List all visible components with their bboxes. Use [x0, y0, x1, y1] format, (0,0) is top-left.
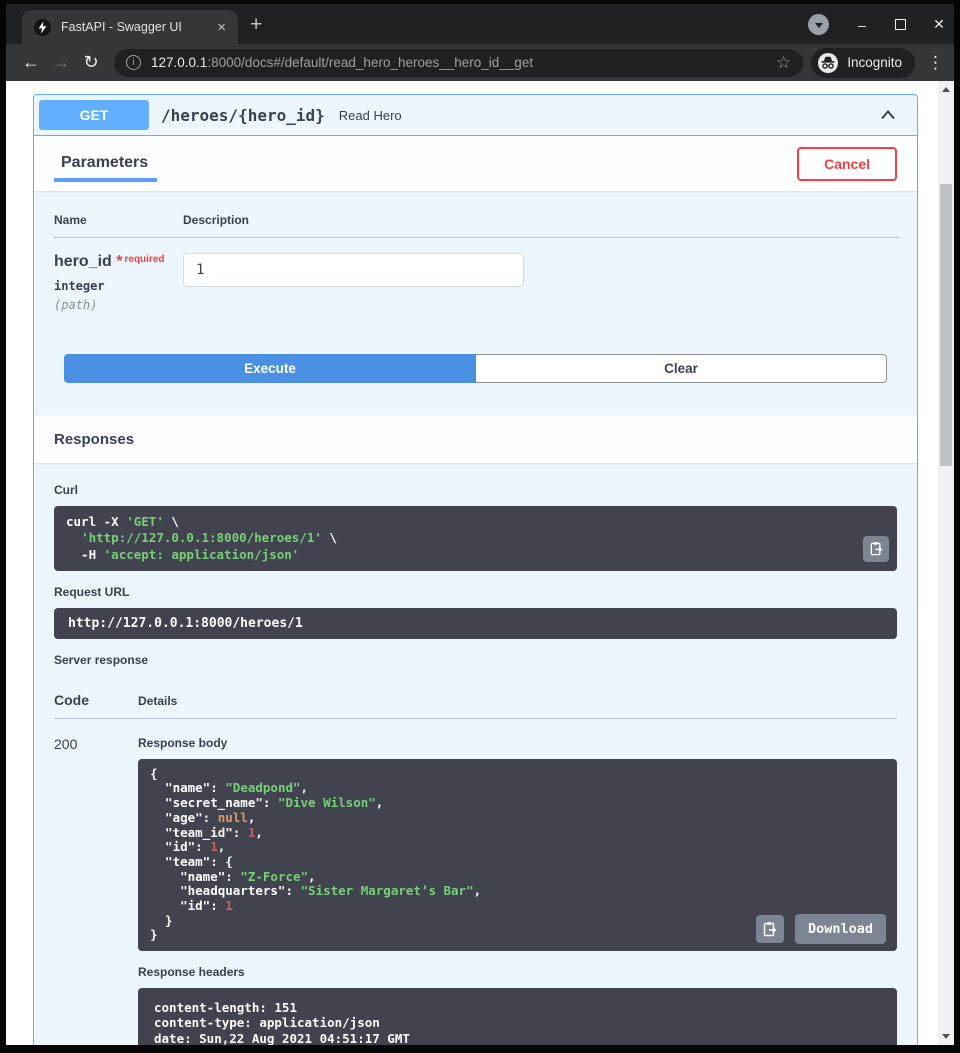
new-tab-button[interactable]: + [250, 13, 262, 37]
incognito-label: Incognito [847, 55, 902, 70]
responses-header: Responses [34, 416, 917, 463]
scroll-up-icon[interactable] [942, 87, 950, 92]
parameter-location: (path) [54, 298, 183, 312]
opblock-get-read-hero: GET /heroes/{hero_id} Read Hero Paramete… [33, 94, 918, 1045]
browser-menu-icon[interactable]: ⋮ [927, 53, 944, 73]
copy-response-button[interactable] [756, 915, 784, 943]
endpoint-path: /heroes/{hero_id} [161, 106, 325, 125]
incognito-icon [817, 52, 839, 74]
method-badge: GET [39, 100, 149, 130]
page-content: GET /heroes/{hero_id} Read Hero Paramete… [6, 81, 954, 1045]
curl-label: Curl [54, 483, 897, 497]
parameters-table: Name Description hero_id *required integ… [34, 191, 917, 354]
collapse-chevron-icon[interactable] [878, 105, 898, 125]
clear-button[interactable]: Clear [476, 354, 887, 383]
browser-tab[interactable]: FastAPI - Swagger UI × [22, 10, 238, 44]
execute-button[interactable]: Execute [64, 354, 476, 383]
column-header-details: Details [138, 694, 897, 708]
server-response-label: Server response [54, 653, 897, 667]
download-button[interactable]: Download [795, 914, 886, 944]
bookmark-star-icon[interactable]: ☆ [776, 53, 791, 73]
responses-title: Responses [54, 425, 134, 454]
request-url-label: Request URL [54, 585, 897, 599]
incognito-badge: Incognito [811, 48, 915, 78]
response-headers-block: content-length: 151content-type: applica… [138, 988, 897, 1045]
status-code: 200 [54, 734, 138, 1045]
parameter-type: integer [54, 279, 183, 293]
tab-close-icon[interactable]: × [213, 19, 230, 36]
hero-id-input[interactable] [183, 253, 524, 287]
column-header-name: Name [54, 213, 183, 227]
minimize-button[interactable]: – [855, 17, 869, 33]
close-window-button[interactable]: ✕ [932, 16, 946, 33]
scrollbar-thumb[interactable] [940, 184, 952, 466]
cancel-button[interactable]: Cancel [797, 147, 897, 181]
browser-window: FastAPI - Swagger UI × + – ✕ ← → ↻ i 127… [0, 0, 960, 1053]
parameters-header: Parameters Cancel [34, 136, 917, 191]
column-header-code: Code [54, 692, 138, 708]
reload-button[interactable]: ↻ [76, 48, 106, 78]
scroll-down-icon[interactable] [942, 1034, 950, 1039]
parameter-name: hero_id *required [54, 253, 183, 271]
response-body-label: Response body [138, 736, 897, 750]
page-scrollbar[interactable] [938, 81, 954, 1045]
url-text: 127.0.0.1:8000/docs#/default/read_hero_h… [151, 55, 768, 70]
curl-command-block: curl -X 'GET' \ 'http://127.0.0.1:8000/h… [54, 506, 897, 571]
clipboard-copy-icon [869, 541, 884, 556]
browser-toolbar: ← → ↻ i 127.0.0.1:8000/docs#/default/rea… [6, 44, 954, 81]
tab-parameters: Parameters [54, 145, 157, 182]
forward-button[interactable]: → [46, 48, 76, 78]
back-button[interactable]: ← [16, 48, 46, 78]
url-bar[interactable]: i 127.0.0.1:8000/docs#/default/read_hero… [114, 49, 803, 77]
tab-title: FastAPI - Swagger UI [61, 20, 213, 34]
execute-row: Execute Clear [34, 354, 917, 416]
required-label: required [124, 254, 164, 265]
site-info-icon[interactable]: i [126, 55, 141, 70]
url-host: 127.0.0.1 [151, 55, 207, 70]
parameter-row: hero_id *required integer (path) [54, 238, 899, 312]
tab-strip: FastAPI - Swagger UI × + – ✕ [6, 4, 954, 44]
maximize-button[interactable] [895, 19, 906, 30]
response-body-block: { "name": "Deadpond", "secret_name": "Di… [138, 759, 897, 951]
clipboard-copy-icon [762, 921, 778, 937]
window-menu-icon[interactable] [808, 14, 829, 35]
required-asterisk: * [116, 253, 122, 270]
request-url-value: http://127.0.0.1:8000/heroes/1 [54, 608, 897, 639]
endpoint-summary: Read Hero [339, 108, 402, 123]
column-header-description: Description [183, 213, 899, 227]
server-response-row: 200 Response body { "name": "Deadpond", … [54, 719, 897, 1045]
fastapi-favicon-icon [34, 19, 51, 36]
copy-curl-button[interactable] [863, 536, 889, 562]
url-path: :8000/docs#/default/read_hero_heroes__he… [207, 55, 533, 70]
opblock-summary[interactable]: GET /heroes/{hero_id} Read Hero [34, 95, 917, 136]
responses-body: Curl curl -X 'GET' \ 'http://127.0.0.1:8… [34, 463, 917, 1045]
response-headers-label: Response headers [138, 965, 897, 979]
